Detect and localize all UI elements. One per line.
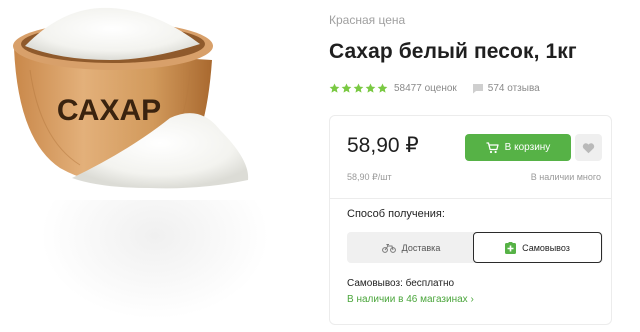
delivery-method-label: Способ получения: <box>347 208 445 220</box>
divider <box>330 198 611 199</box>
ratings-count[interactable]: 58477 оценок <box>394 83 457 94</box>
pickup-option-label: Самовывоз <box>522 242 570 253</box>
star-icon <box>377 82 388 93</box>
rating-row: 58477 оценок 574 отзыва <box>329 80 540 96</box>
add-to-cart-label: В корзину <box>504 142 551 153</box>
reviews-link[interactable]: 574 отзыва <box>472 83 540 94</box>
unit-price: 58,90 ₽/шт <box>347 172 392 182</box>
availability-status: В наличии много <box>530 172 601 182</box>
star-icon <box>329 82 340 93</box>
delivery-option[interactable]: Доставка <box>347 232 475 263</box>
rating-stars <box>329 82 388 94</box>
reviews-count[interactable]: 574 отзыва <box>488 83 540 94</box>
heart-icon <box>582 142 595 153</box>
star-icon <box>365 82 376 93</box>
favorite-button[interactable] <box>575 134 602 161</box>
pharmacy-cross-icon <box>505 241 517 254</box>
stores-availability-link[interactable]: В наличии в 46 магазинах › <box>347 294 474 305</box>
add-to-cart-button[interactable]: В корзину <box>465 134 571 161</box>
star-icon <box>341 82 352 93</box>
price: 58,90 ₽ <box>347 134 419 157</box>
bicycle-icon <box>381 243 396 253</box>
purchase-card: 58,90 ₽ В корзину 58,90 ₽/шт В наличии м… <box>329 115 612 325</box>
product-title: Сахар белый песок, 1кг <box>329 40 577 63</box>
reviews-icon <box>472 83 483 93</box>
brand-name[interactable]: Красная цена <box>329 13 405 27</box>
cart-icon <box>486 141 499 153</box>
pickup-cost: Самовывоз: бесплатно <box>347 278 455 289</box>
pickup-option[interactable]: Самовывоз <box>473 232 602 263</box>
product-image: САХАР <box>13 7 249 189</box>
star-icon <box>353 82 364 93</box>
delivery-option-label: Доставка <box>401 242 441 253</box>
delivery-method-selector: Доставка Самовывоз <box>347 232 603 263</box>
svg-text:САХАР: САХАР <box>57 94 161 127</box>
